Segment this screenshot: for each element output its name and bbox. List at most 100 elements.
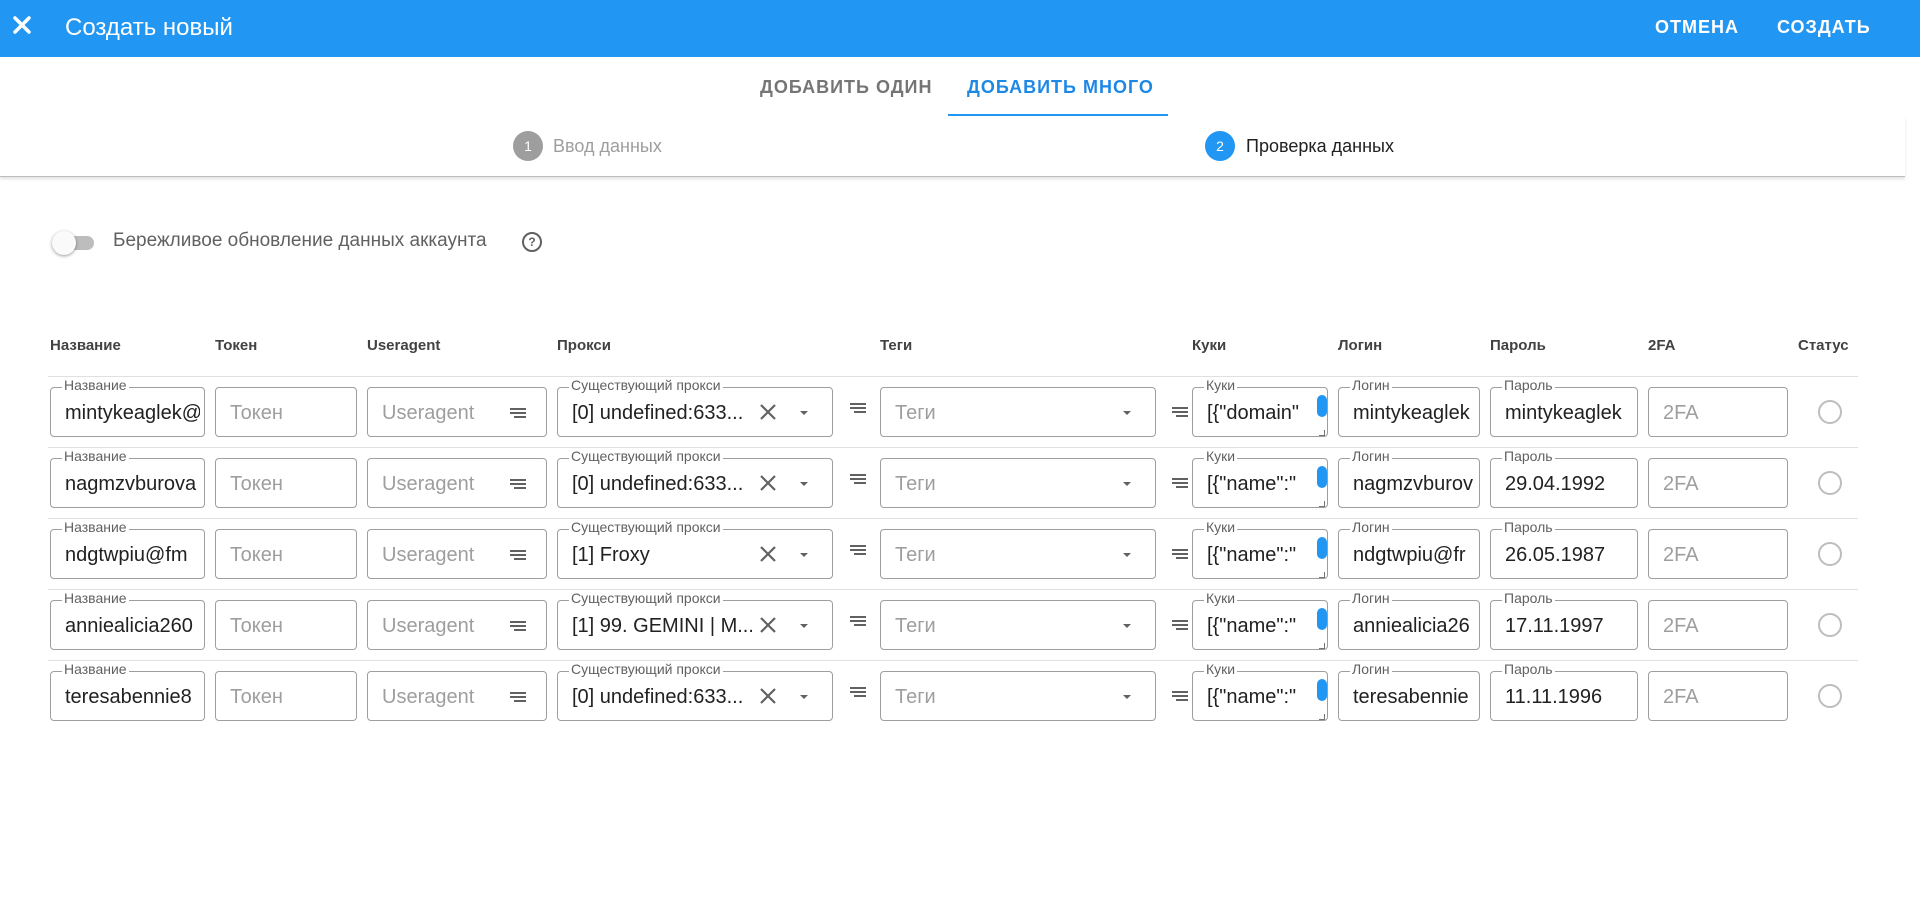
twofa-field[interactable]: 2FA	[1648, 600, 1788, 650]
useragent-field[interactable]: Useragent	[367, 458, 547, 508]
caret-down-icon[interactable]	[800, 411, 808, 415]
proxy-select[interactable]: Существующий прокси [0] undefined:633...	[557, 377, 833, 437]
proxy-select[interactable]: Существующий прокси [1] 99. GEMINI | M..…	[557, 590, 833, 650]
lines-icon[interactable]	[850, 616, 866, 626]
lines-icon[interactable]	[850, 474, 866, 484]
proxy-select[interactable]: Существующий прокси [0] undefined:633...	[557, 661, 833, 721]
token-field[interactable]: Токен	[215, 529, 357, 579]
caret-down-icon[interactable]	[800, 482, 808, 486]
clear-icon[interactable]	[758, 402, 778, 422]
lines-icon[interactable]	[1172, 620, 1188, 630]
lines-icon[interactable]	[1172, 407, 1188, 417]
cookies-field[interactable]: Куки [{"domain"	[1192, 377, 1328, 437]
caret-down-icon[interactable]	[1123, 411, 1131, 415]
clear-icon[interactable]	[758, 544, 778, 564]
scrollbar-thumb[interactable]	[1317, 466, 1327, 488]
lines-icon[interactable]	[510, 550, 526, 560]
name-value: mintykeaglek@	[65, 402, 200, 424]
help-icon[interactable]: ?	[522, 232, 542, 252]
caret-down-icon[interactable]	[800, 695, 808, 699]
status-radio[interactable]	[1818, 684, 1842, 708]
password-field[interactable]: Пароль 11.11.1996	[1490, 661, 1638, 721]
lines-icon[interactable]	[850, 545, 866, 555]
password-field[interactable]: Пароль mintykeaglek	[1490, 377, 1638, 437]
twofa-field[interactable]: 2FA	[1648, 671, 1788, 721]
password-field[interactable]: Пароль 17.11.1997	[1490, 590, 1638, 650]
login-field[interactable]: Логин ndgtwpiu@fr	[1338, 519, 1480, 579]
scrollbar-thumb[interactable]	[1317, 395, 1327, 417]
token-field[interactable]: Токен	[215, 387, 357, 437]
useragent-field[interactable]: Useragent	[367, 387, 547, 437]
close-icon[interactable]	[10, 10, 34, 40]
lines-icon[interactable]	[1172, 549, 1188, 559]
tags-select[interactable]: Теги	[880, 529, 1156, 579]
login-field[interactable]: Логин mintykeaglek	[1338, 377, 1480, 437]
useragent-field[interactable]: Useragent	[367, 671, 547, 721]
status-radio[interactable]	[1818, 613, 1842, 637]
caret-down-icon[interactable]	[1123, 553, 1131, 557]
scrollbar-thumb[interactable]	[1317, 608, 1327, 630]
tags-select[interactable]: Теги	[880, 387, 1156, 437]
twofa-field[interactable]: 2FA	[1648, 458, 1788, 508]
cookies-field[interactable]: Куки [{"name":"	[1192, 661, 1328, 721]
lines-icon[interactable]	[510, 479, 526, 489]
token-field[interactable]: Токен	[215, 458, 357, 508]
caret-down-icon[interactable]	[800, 624, 808, 628]
tags-select[interactable]: Теги	[880, 671, 1156, 721]
caret-down-icon[interactable]	[1123, 624, 1131, 628]
proxy-select[interactable]: Существующий прокси [1] Froxy	[557, 519, 833, 579]
clear-icon[interactable]	[758, 686, 778, 706]
proxy-value: [0] undefined:633...	[572, 686, 744, 708]
proxy-select[interactable]: Существующий прокси [0] undefined:633...	[557, 448, 833, 508]
lines-icon[interactable]	[510, 692, 526, 702]
name-field[interactable]: Название mintykeaglek@	[50, 377, 205, 437]
name-field[interactable]: Название ndgtwpiu@fm	[50, 519, 205, 579]
caret-down-icon[interactable]	[800, 553, 808, 557]
name-field[interactable]: Название anniealicia260	[50, 590, 205, 650]
resize-handle[interactable]	[1319, 430, 1325, 436]
resize-handle[interactable]	[1319, 572, 1325, 578]
useragent-field[interactable]: Useragent	[367, 600, 547, 650]
twofa-field[interactable]: 2FA	[1648, 529, 1788, 579]
clear-icon[interactable]	[758, 473, 778, 493]
login-field[interactable]: Логин teresabennie	[1338, 661, 1480, 721]
clear-icon[interactable]	[758, 615, 778, 635]
resize-handle[interactable]	[1319, 714, 1325, 720]
tags-select[interactable]: Теги	[880, 458, 1156, 508]
lines-icon[interactable]	[510, 621, 526, 631]
useragent-field[interactable]: Useragent	[367, 529, 547, 579]
twofa-field[interactable]: 2FA	[1648, 387, 1788, 437]
status-radio[interactable]	[1818, 542, 1842, 566]
name-field[interactable]: Название teresabennie8	[50, 661, 205, 721]
status-radio[interactable]	[1818, 471, 1842, 495]
careful-update-toggle[interactable]	[52, 231, 98, 255]
lines-icon[interactable]	[850, 403, 866, 413]
lines-icon[interactable]	[1172, 691, 1188, 701]
lines-icon[interactable]	[1172, 478, 1188, 488]
password-field[interactable]: Пароль 29.04.1992	[1490, 448, 1638, 508]
lines-icon[interactable]	[850, 687, 866, 697]
scrollbar-thumb[interactable]	[1317, 679, 1327, 701]
cookies-field[interactable]: Куки [{"name":"	[1192, 448, 1328, 508]
token-field[interactable]: Токен	[215, 671, 357, 721]
resize-handle[interactable]	[1319, 501, 1325, 507]
caret-down-icon[interactable]	[1123, 482, 1131, 486]
create-button[interactable]: СОЗДАТЬ	[1777, 17, 1871, 38]
password-field[interactable]: Пароль 26.05.1987	[1490, 519, 1638, 579]
name-field[interactable]: Название nagmzvburova	[50, 448, 205, 508]
caret-down-icon[interactable]	[1123, 695, 1131, 699]
tab-add-one[interactable]: ДОБАВИТЬ ОДИН	[760, 77, 932, 98]
lines-icon[interactable]	[510, 408, 526, 418]
tab-add-many[interactable]: ДОБАВИТЬ МНОГО	[967, 77, 1154, 98]
cookies-field[interactable]: Куки [{"name":"	[1192, 519, 1328, 579]
resize-handle[interactable]	[1319, 643, 1325, 649]
scrollbar-thumb[interactable]	[1317, 537, 1327, 559]
cancel-button[interactable]: ОТМЕНА	[1655, 17, 1739, 38]
field-label: Куки	[1204, 519, 1238, 535]
cookies-field[interactable]: Куки [{"name":"	[1192, 590, 1328, 650]
login-field[interactable]: Логин anniealicia26	[1338, 590, 1480, 650]
token-field[interactable]: Токен	[215, 600, 357, 650]
login-field[interactable]: Логин nagmzvburov	[1338, 448, 1480, 508]
status-radio[interactable]	[1818, 400, 1842, 424]
tags-select[interactable]: Теги	[880, 600, 1156, 650]
